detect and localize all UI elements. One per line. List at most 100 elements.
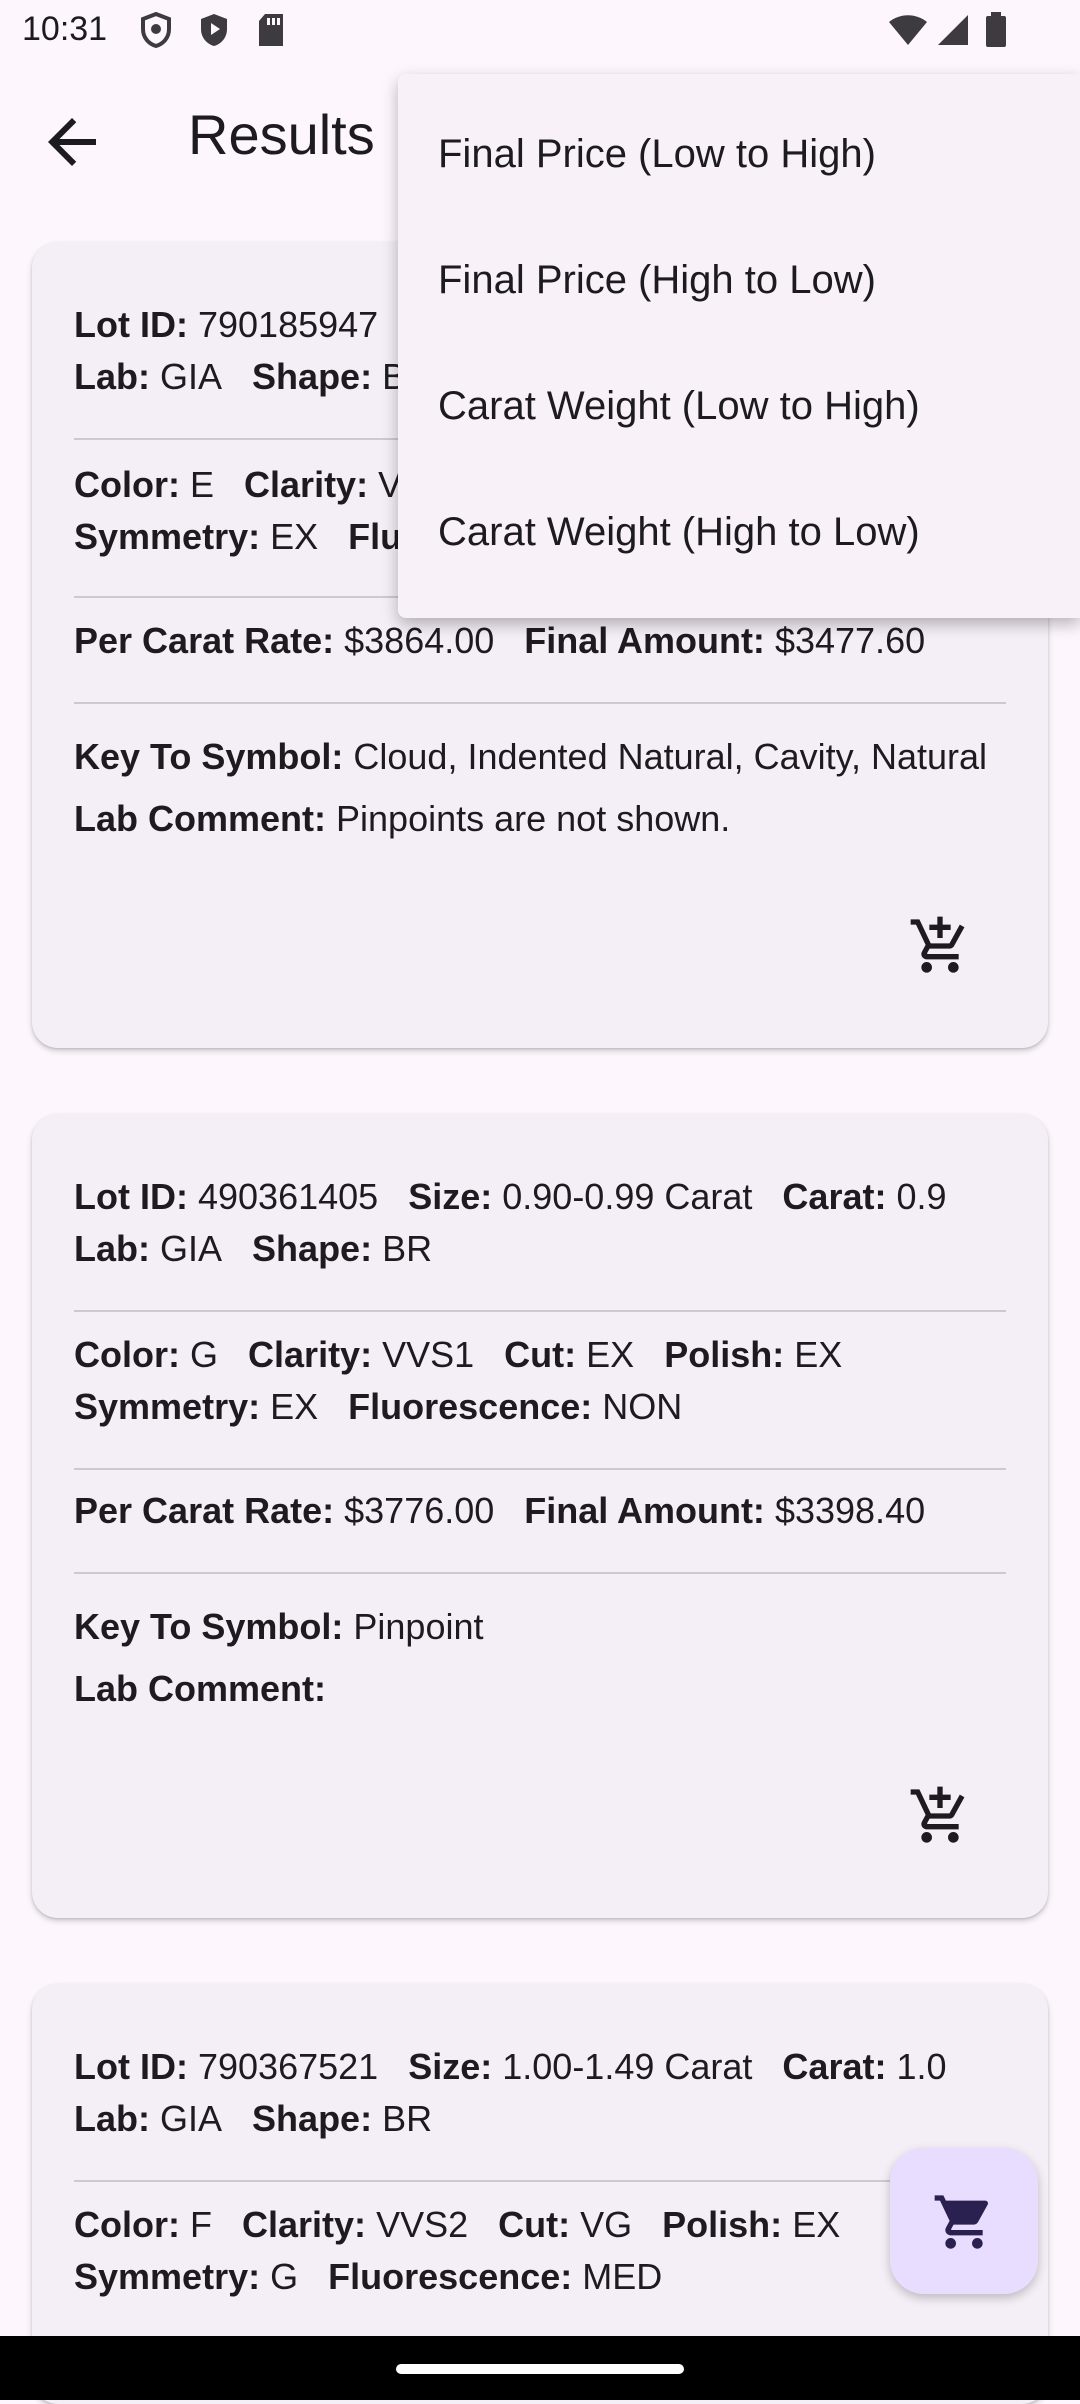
lab-label: Lab: (74, 1228, 150, 1269)
polish-value: EX (792, 2204, 841, 2245)
grade-row: Color: F Clarity: VVS2 Cut: VG Polish: E… (74, 2204, 860, 2246)
key-to-symbol-label: Key To Symbol: (74, 1606, 344, 1647)
lot-row: Lot ID: 790367521 Size: 1.00-1.49 Carat … (74, 2046, 967, 2088)
symmetry-label: Symmetry: (74, 516, 261, 557)
key-to-symbol-value: Pinpoint (353, 1606, 484, 1647)
clarity-label: Clarity: (242, 2204, 367, 2245)
lab-label: Lab: (74, 2098, 150, 2139)
final-amount-value: $3477.60 (774, 620, 926, 661)
color-label: Color: (74, 464, 180, 505)
size-label: Size: (408, 1176, 493, 1217)
cut-label: Cut: (498, 2204, 571, 2245)
carat-label: Carat: (782, 2046, 887, 2087)
lab-comment-label: Lab Comment: (74, 1668, 326, 1709)
lab-row: Lab: GIA Shape: BR (74, 1228, 452, 1270)
key-to-symbol-row: Key To Symbol: Cloud, Indented Natural, … (74, 736, 987, 778)
symmetry-label: Symmetry: (74, 2256, 261, 2297)
divider (74, 1572, 1006, 1574)
lab-row: Lab: GIA Shape: BR (74, 356, 452, 398)
page-title: Results (188, 103, 375, 166)
lot-id-value: 790367521 (197, 2046, 379, 2087)
per-carat-rate-label: Per Carat Rate: (74, 1490, 335, 1531)
lab-comment-label: Lab Comment: (74, 798, 326, 839)
signal-icon (938, 15, 968, 45)
symmetry-value: G (270, 2256, 299, 2297)
lot-id-value: 490361405 (197, 1176, 379, 1217)
add-to-cart-icon[interactable] (908, 1784, 972, 1848)
shape-label: Shape: (252, 1228, 373, 1269)
lab-value: GIA (160, 2098, 223, 2139)
shape-label: Shape: (252, 356, 373, 397)
sort-menu: Final Price (Low to High) Final Price (H… (398, 74, 1080, 618)
key-to-symbol-value: Cloud, Indented Natural, Cavity, Natural (353, 736, 988, 777)
per-carat-rate-label: Per Carat Rate: (74, 620, 335, 661)
carat-value: 0.9 (896, 1176, 947, 1217)
clarity-value: VVS2 (376, 2204, 469, 2245)
lab-value: GIA (160, 356, 223, 397)
polish-label: Polish: (662, 2204, 783, 2245)
wifi-icon (889, 15, 927, 45)
clarity-value: VVS1 (382, 1334, 475, 1375)
lot-id-label: Lot ID: (74, 1176, 188, 1217)
lot-id-label: Lot ID: (74, 304, 188, 345)
symmetry-row: Symmetry: EX Fluorescence: NON (74, 1386, 702, 1428)
sd-card-icon (259, 14, 283, 46)
gesture-handle[interactable] (396, 2364, 684, 2374)
symmetry-value: EX (270, 1386, 319, 1427)
clarity-label: Clarity: (248, 1334, 373, 1375)
carat-label: Carat: (782, 1176, 887, 1217)
cut-value: EX (586, 1334, 635, 1375)
fluorescence-value: NON (602, 1386, 683, 1427)
color-value: F (190, 2204, 212, 2245)
lab-comment-row: Lab Comment: (74, 1668, 326, 1710)
divider (74, 1310, 1006, 1312)
per-carat-rate-value: $3776.00 (344, 1490, 495, 1531)
fluorescence-label: Fluorescence: (328, 2256, 573, 2297)
sort-option-final-price-high-to-low[interactable]: Final Price (High to Low) (438, 258, 876, 303)
lot-row: Lot ID: 790185947 (74, 304, 378, 346)
grade-row: Color: E Clarity: VV (74, 464, 446, 506)
symmetry-label: Symmetry: (74, 1386, 261, 1427)
battery-icon (986, 12, 1006, 47)
play-protect-icon (201, 14, 227, 46)
shield-icon (141, 12, 171, 48)
sort-option-carat-weight-low-to-high[interactable]: Carat Weight (Low to High) (438, 384, 920, 429)
add-to-cart-icon[interactable] (908, 914, 972, 978)
shape-value: BR (382, 2098, 433, 2139)
system-nav-bar (0, 2336, 1080, 2400)
sort-option-carat-weight-high-to-low[interactable]: Carat Weight (High to Low) (438, 510, 920, 555)
per-carat-rate-value: $3864.00 (344, 620, 495, 661)
final-amount-label: Final Amount: (524, 620, 765, 661)
cut-label: Cut: (504, 1334, 577, 1375)
status-time: 10:31 (22, 10, 108, 48)
symmetry-row: Symmetry: EX Fluo (74, 516, 424, 558)
divider (74, 1468, 1006, 1470)
carat-value: 1.0 (896, 2046, 947, 2087)
key-to-symbol-row: Key To Symbol: Pinpoint (74, 1606, 484, 1648)
cut-value: VG (580, 2204, 633, 2245)
price-row: Per Carat Rate: $3864.00 Final Amount: $… (74, 620, 945, 662)
result-card: Lot ID: 490361405 Size: 0.90-0.99 Carat … (32, 1114, 1048, 1918)
lab-comment-row: Lab Comment: Pinpoints are not shown. (74, 798, 730, 840)
size-label: Size: (408, 2046, 493, 2087)
cart-fab-button[interactable] (890, 2148, 1038, 2294)
lab-comment-value: Pinpoints are not shown. (336, 798, 731, 839)
symmetry-value: EX (270, 516, 319, 557)
color-label: Color: (74, 1334, 180, 1375)
arrow-back-icon[interactable] (36, 106, 108, 178)
fluorescence-label: Fluorescence: (348, 1386, 593, 1427)
lab-label: Lab: (74, 356, 150, 397)
status-bar: 10:31 (0, 0, 1080, 62)
shape-value: BR (382, 1228, 433, 1269)
symmetry-row: Symmetry: G Fluorescence: MED (74, 2256, 682, 2298)
sort-option-final-price-low-to-high[interactable]: Final Price (Low to High) (438, 132, 876, 177)
key-to-symbol-label: Key To Symbol: (74, 736, 344, 777)
color-value: G (190, 1334, 219, 1375)
divider (74, 702, 1006, 704)
final-amount-label: Final Amount: (524, 1490, 765, 1531)
polish-label: Polish: (664, 1334, 785, 1375)
lab-value: GIA (160, 1228, 223, 1269)
polish-value: EX (794, 1334, 843, 1375)
size-value: 1.00-1.49 Carat (502, 2046, 753, 2087)
size-value: 0.90-0.99 Carat (502, 1176, 753, 1217)
